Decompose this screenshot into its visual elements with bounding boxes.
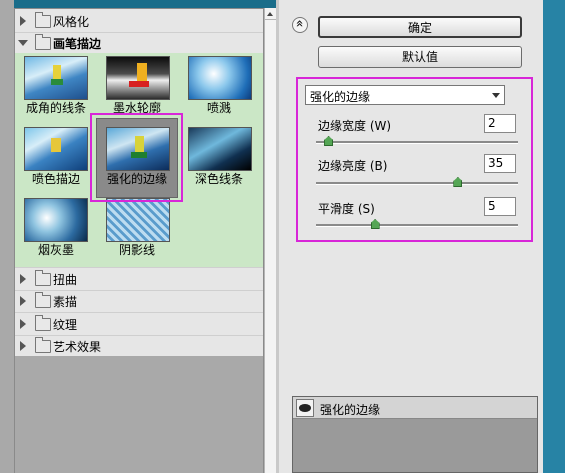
- thumbnail-dark-strokes[interactable]: [188, 127, 252, 171]
- category-label: 风格化: [53, 15, 90, 29]
- folder-icon: [35, 315, 51, 331]
- expand-arrow-icon[interactable]: [20, 296, 26, 306]
- category-artistic[interactable]: 艺术效果: [15, 335, 263, 358]
- thumbnail-sumi-e[interactable]: [24, 198, 88, 242]
- eye-icon: [299, 404, 311, 412]
- thumbnail-label: 成角的线条: [25, 101, 86, 115]
- category-sketch[interactable]: 素描: [15, 290, 263, 313]
- category-texture[interactable]: 纹理: [15, 313, 263, 336]
- folder-icon: [35, 270, 51, 286]
- collapse-gallery-icon[interactable]: [292, 17, 308, 33]
- folder-icon: [35, 12, 51, 28]
- thumbnail-spatter[interactable]: [188, 56, 252, 100]
- thumbnail-label: 喷色描边: [31, 172, 80, 186]
- category-label: 艺术效果: [53, 340, 102, 354]
- folder-icon: [35, 292, 51, 308]
- gallery-empty-area: [15, 356, 263, 473]
- settings-highlight: [296, 77, 533, 242]
- category-distort[interactable]: 扭曲: [15, 267, 263, 291]
- default-button[interactable]: 默认值: [318, 46, 522, 68]
- expand-arrow-icon[interactable]: [20, 341, 26, 351]
- thumbnail-label: 深色线条: [194, 172, 243, 186]
- background-edge: [543, 0, 565, 473]
- category-label: 纹理: [53, 318, 78, 332]
- gallery-scrollbar[interactable]: [264, 8, 276, 473]
- collapse-arrow-icon[interactable]: [18, 40, 28, 46]
- scroll-up-arrow-icon[interactable]: [264, 8, 276, 20]
- category-stylize[interactable]: 风格化: [15, 10, 263, 33]
- selected-filter-highlight: [90, 113, 183, 202]
- thumbnail-crosshatch[interactable]: [106, 198, 170, 242]
- thumbnail-label: 喷溅: [206, 101, 231, 115]
- expand-arrow-icon[interactable]: [20, 16, 26, 26]
- ok-button[interactable]: 确定: [318, 16, 522, 38]
- thumbnail-label: 阴影线: [118, 243, 155, 257]
- thumbnail-sprayed-strokes[interactable]: [24, 127, 88, 171]
- thumbnail-label: 烟灰墨: [37, 243, 74, 257]
- folder-open-icon: [35, 34, 51, 50]
- left-border: [0, 0, 14, 473]
- category-brush-strokes[interactable]: 画笔描边: [15, 32, 263, 54]
- expand-arrow-icon[interactable]: [20, 319, 26, 329]
- expand-arrow-icon[interactable]: [20, 274, 26, 284]
- thumbnail-angled-strokes[interactable]: [24, 56, 88, 100]
- category-label: 画笔描边: [53, 37, 102, 51]
- thumbnail-ink-outlines[interactable]: [106, 56, 170, 100]
- folder-icon: [35, 337, 51, 353]
- category-label: 扭曲: [53, 273, 78, 287]
- effect-layer-label: 强化的边缘: [320, 403, 381, 417]
- category-label: 素描: [53, 295, 78, 309]
